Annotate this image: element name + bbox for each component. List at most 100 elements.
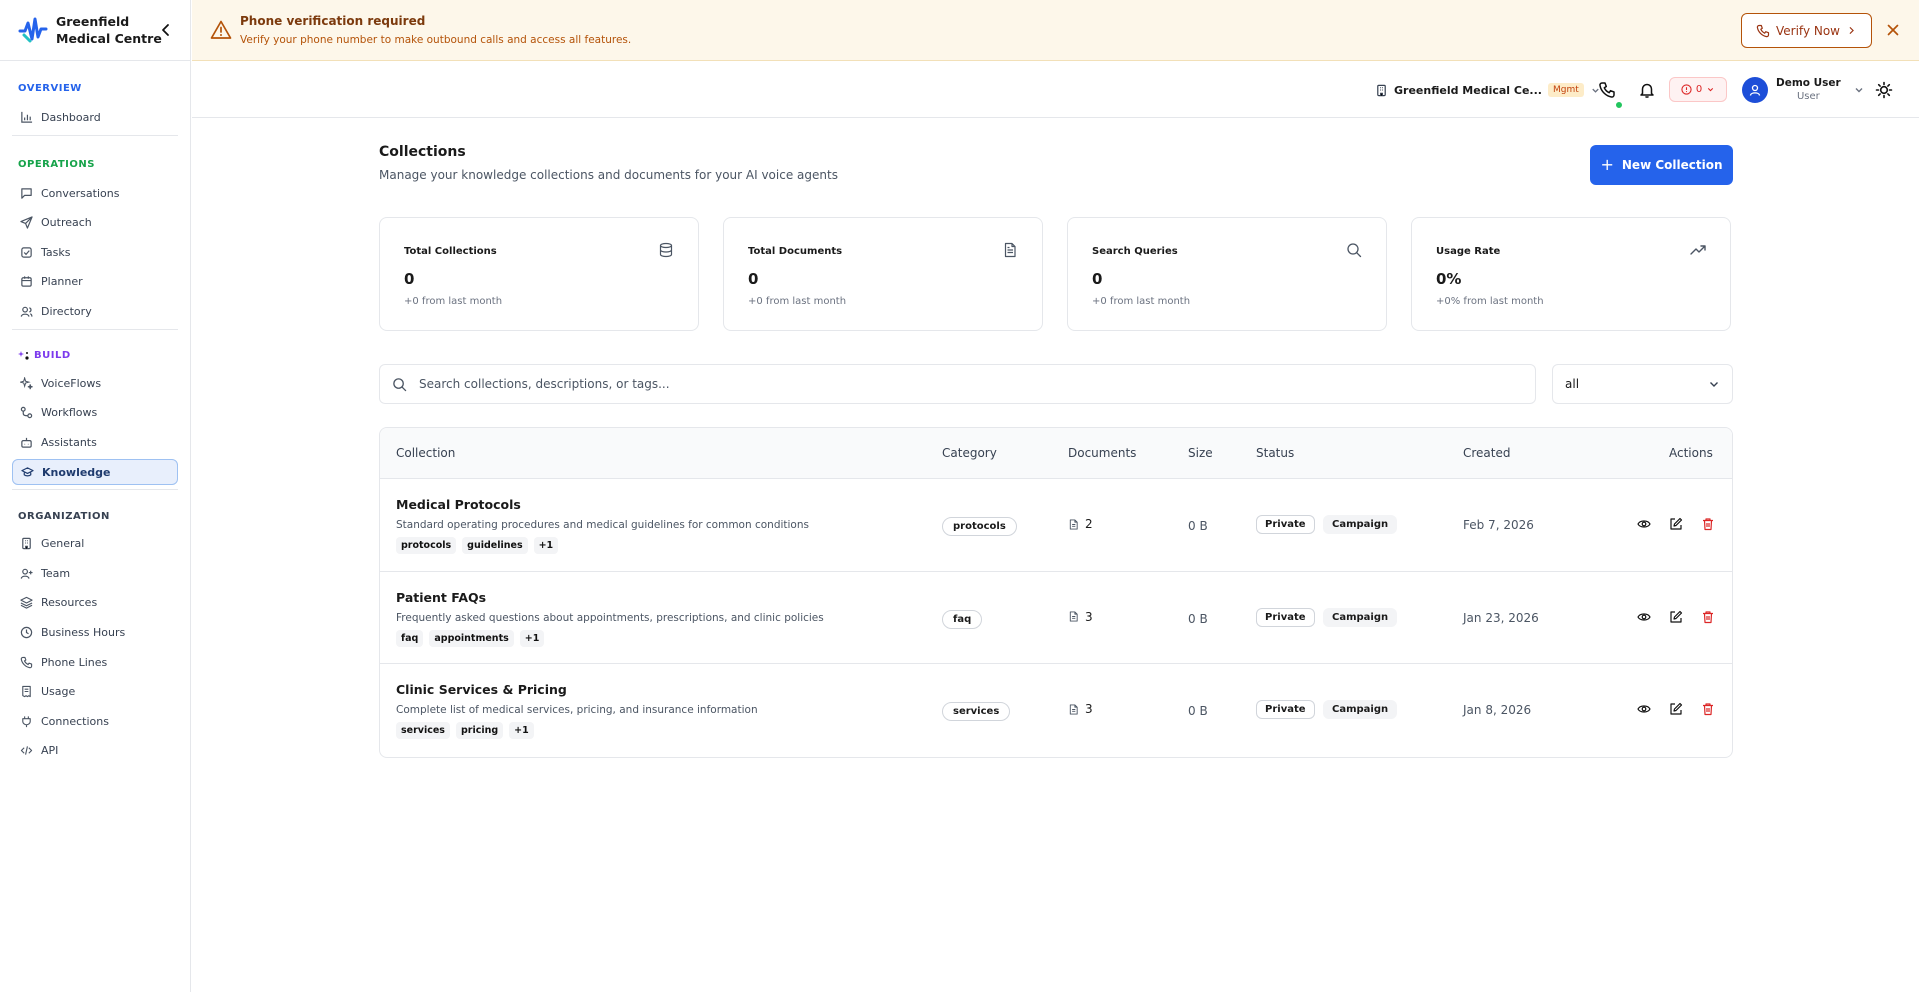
sun-icon[interactable] <box>1875 81 1893 99</box>
new-collection-label: New Collection <box>1621 158 1723 172</box>
stat-delta: +0 from last month <box>1092 296 1191 307</box>
col-created[interactable]: Created <box>1463 446 1511 460</box>
category-filter-select[interactable]: all <box>1552 364 1733 404</box>
sidebar-item-phone-lines[interactable]: Phone Lines <box>12 649 178 675</box>
sidebar-item-label: General <box>41 537 85 551</box>
sidebar-item-knowledge[interactable]: Knowledge <box>12 459 178 486</box>
created-date: Jan 23, 2026 <box>1463 610 1539 625</box>
sidebar-item-outreach[interactable]: Outreach <box>12 210 178 236</box>
chevron-down-icon <box>1855 88 1863 93</box>
user-menu[interactable]: Demo User User <box>1742 73 1865 107</box>
stat-value: 0 <box>748 270 759 288</box>
sidebar-item-workflows[interactable]: Workflows <box>12 400 178 426</box>
sidebar-item-label: Assistants <box>41 436 97 450</box>
collection-tags: protocols guidelines +1 <box>396 537 559 554</box>
document-count: 3 <box>1068 610 1093 624</box>
sidebar-item-dashboard[interactable]: Dashboard <box>12 104 178 130</box>
collection-size: 0 B <box>1188 611 1208 626</box>
eye-icon[interactable] <box>1637 610 1651 624</box>
alerts-dropdown[interactable]: 0 <box>1669 77 1727 102</box>
edit-icon[interactable] <box>1669 702 1683 716</box>
tag-more[interactable]: +1 <box>533 537 559 554</box>
sidebar-item-usage[interactable]: Usage <box>12 679 178 705</box>
org-selector[interactable]: Greenfield Medical Ce... Mgmt <box>1375 80 1601 100</box>
file-icon <box>1069 611 1078 622</box>
eye-icon[interactable] <box>1637 702 1651 716</box>
type-badge: Campaign <box>1323 515 1398 534</box>
stat-card-total-collections: Total Collections 0 +0 from last month <box>379 217 699 331</box>
trash-icon[interactable] <box>1701 517 1715 531</box>
section-build: BUILD <box>12 349 178 363</box>
sidebar-item-planner[interactable]: Planner <box>12 269 178 295</box>
sidebar-item-label: Phone Lines <box>41 655 108 669</box>
col-status[interactable]: Status <box>1256 446 1294 460</box>
verify-now-button[interactable]: Verify Now <box>1741 13 1872 48</box>
tag-more[interactable]: +1 <box>519 629 545 647</box>
col-documents[interactable]: Documents <box>1068 446 1136 460</box>
collection-name[interactable]: Patient FAQs <box>396 590 486 605</box>
stats-row: Total Collections 0 +0 from last month T… <box>379 217 1733 331</box>
table-row[interactable]: Medical Protocols Standard operating pro… <box>380 479 1732 572</box>
bot-icon <box>21 437 32 448</box>
tag-more[interactable]: +1 <box>509 722 534 739</box>
org-badge: Mgmt <box>1547 83 1584 97</box>
collection-name[interactable]: Medical Protocols <box>396 497 521 512</box>
close-icon[interactable] <box>1885 22 1901 38</box>
bell-icon[interactable] <box>1638 81 1656 99</box>
sidebar-item-voiceflows[interactable]: VoiceFlows <box>12 370 178 396</box>
collection-name[interactable]: Clinic Services & Pricing <box>396 682 567 697</box>
document-count: 2 <box>1068 517 1093 531</box>
brand-name-line2: Medical Centre <box>56 31 162 46</box>
table-row[interactable]: Patient FAQs Frequently asked questions … <box>380 572 1732 664</box>
phone-icon <box>1756 24 1770 37</box>
section-overview: OVERVIEW <box>18 83 82 94</box>
sidebar-item-label: Usage <box>41 685 76 699</box>
col-collection[interactable]: Collection <box>396 446 455 460</box>
top-header: Greenfield Medical Ce... Mgmt 0 Demo Use… <box>192 62 1919 118</box>
graduation-cap-icon <box>21 466 34 477</box>
col-actions: Actions <box>1669 446 1713 460</box>
verify-now-label: Verify Now <box>1776 23 1840 38</box>
sidebar-item-connections[interactable]: Connections <box>12 708 178 734</box>
sidebar-item-resources[interactable]: Resources <box>12 590 178 616</box>
sidebar-item-label: Dashboard <box>41 110 101 124</box>
col-category[interactable]: Category <box>942 446 997 460</box>
sidebar-item-label: Knowledge <box>42 465 111 479</box>
sidebar-item-assistants[interactable]: Assistants <box>12 430 178 456</box>
tag: pricing <box>455 722 504 739</box>
collection-size: 0 B <box>1188 704 1208 718</box>
collapse-sidebar-icon[interactable] <box>158 22 174 38</box>
code-icon <box>20 746 33 756</box>
visibility-badge: Private <box>1256 607 1315 627</box>
search-icon <box>393 377 407 391</box>
new-collection-button[interactable]: + New Collection <box>1590 145 1733 185</box>
user-info: Demo User User <box>1776 76 1841 104</box>
sidebar-item-api[interactable]: API <box>12 738 178 764</box>
phone-icon[interactable] <box>1598 81 1616 99</box>
collection-size: 0 B <box>1188 519 1208 533</box>
sparkles-icon <box>20 376 33 390</box>
edit-icon[interactable] <box>1669 517 1683 531</box>
sidebar-item-general[interactable]: General <box>12 531 178 557</box>
table-row[interactable]: Clinic Services & Pricing Complete list … <box>380 664 1732 757</box>
search-input[interactable] <box>419 377 1499 391</box>
col-size[interactable]: Size <box>1188 446 1213 460</box>
phone-icon <box>20 656 33 668</box>
eye-icon[interactable] <box>1637 517 1651 531</box>
trash-icon[interactable] <box>1701 610 1715 624</box>
sidebar-item-team[interactable]: Team <box>12 560 178 586</box>
sidebar-item-conversations[interactable]: Conversations <box>12 180 178 206</box>
trash-icon[interactable] <box>1701 702 1715 716</box>
edit-icon[interactable] <box>1669 610 1683 624</box>
layers-icon <box>20 597 33 610</box>
sidebar-item-directory[interactable]: Directory <box>12 298 178 324</box>
section-organization: ORGANIZATION <box>18 510 110 522</box>
chevron-right-icon <box>1849 26 1854 35</box>
brand-name: Greenfield Medical Centre <box>56 13 162 47</box>
message-icon <box>21 187 32 199</box>
brand-name-line1: Greenfield <box>56 14 130 29</box>
sidebar-item-business-hours[interactable]: Business Hours <box>12 620 178 646</box>
sidebar-item-tasks[interactable]: Tasks <box>12 239 178 265</box>
document-count-value: 3 <box>1085 702 1093 716</box>
sidebar-item-label: Connections <box>41 714 109 728</box>
